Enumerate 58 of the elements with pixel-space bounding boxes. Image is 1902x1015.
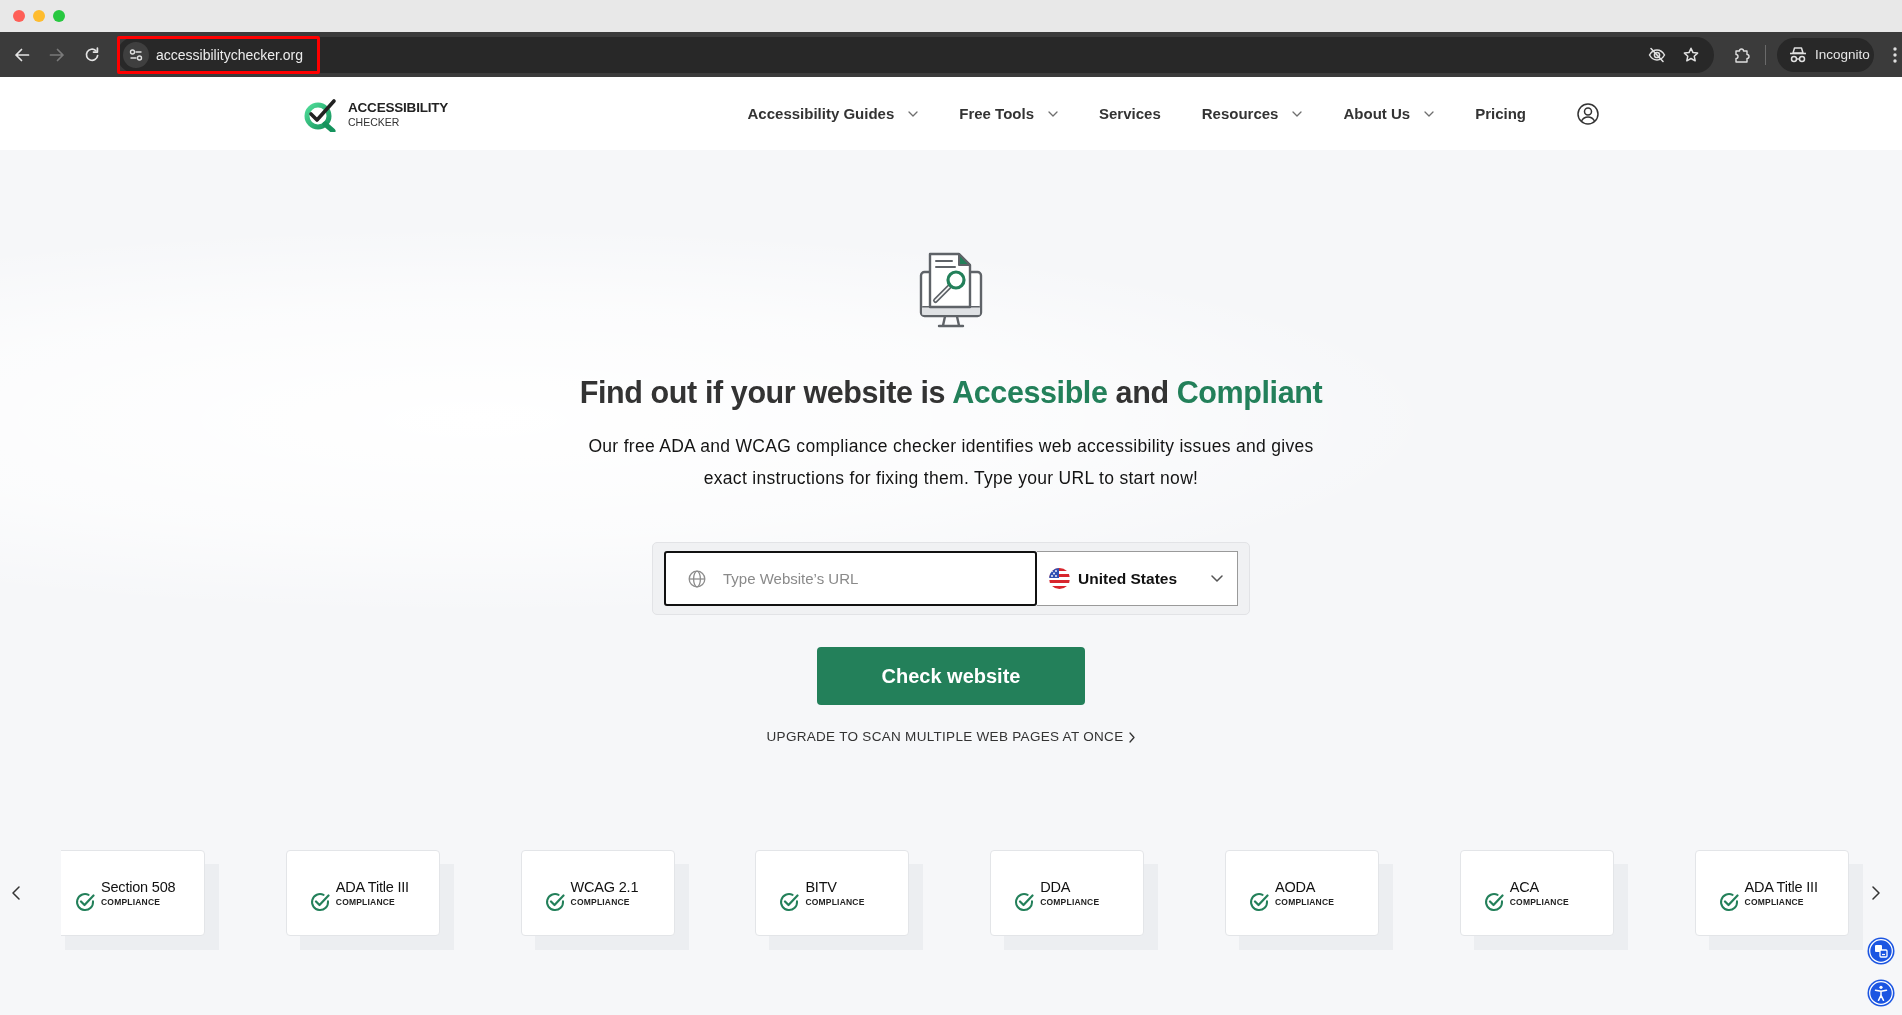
card-subtitle: COMPLIANCE: [570, 897, 631, 908]
hero-heading: Find out if your website is Accessible and Compliant: [579, 374, 1323, 410]
globe-icon: [688, 569, 706, 588]
card-title: ADA Title III: [1744, 878, 1818, 896]
check-circle-icon: [1483, 891, 1504, 912]
country-select[interactable]: United States: [1037, 551, 1238, 606]
card-title: DDA: [1040, 878, 1072, 896]
eye-slash-icon[interactable]: [1648, 46, 1666, 63]
logo[interactable]: ACCESSIBILITY CHECKER: [303, 97, 449, 132]
logo-icon: [303, 97, 337, 132]
chevron-down-icon: [1211, 575, 1223, 582]
check-circle-icon: [1249, 891, 1269, 912]
card-title: ADA Title III: [335, 878, 409, 896]
hero-description: Our free ADA and WCAG compliance checker identifies web accessibility issues and gives exact instructions for fixing them. Type your URL to start now!: [587, 435, 1315, 490]
star-icon[interactable]: [1683, 46, 1699, 63]
user-icon[interactable]: [1577, 102, 1599, 125]
card-title: WCAG 2.1: [570, 878, 639, 896]
card-title: AODA: [1275, 878, 1317, 896]
nav-link[interactable]: About Us: [1343, 105, 1435, 122]
nav-link[interactable]: Free Tools: [959, 105, 1058, 122]
card-title: Section 508: [101, 878, 176, 896]
nav-link[interactable]: Pricing: [1475, 105, 1526, 122]
card-subtitle: COMPLIANCE: [805, 897, 865, 908]
card-subtitle: COMPLIANCE: [335, 897, 396, 908]
check-website-button[interactable]: Check website: [817, 647, 1085, 705]
check-circle-icon: [779, 891, 800, 912]
accessibility-person-icon[interactable]: [1867, 979, 1895, 1007]
card-title: ACA: [1509, 878, 1540, 896]
card-subtitle: COMPLIANCE: [1275, 897, 1335, 908]
address-bar[interactable]: accessibilitychecker.org: [117, 36, 1714, 73]
check-circle-icon: [75, 891, 95, 912]
reload-icon[interactable]: [84, 46, 100, 63]
check-circle-icon: [309, 891, 330, 912]
puzzle-icon[interactable]: [1734, 46, 1750, 63]
incognito-icon: [1789, 46, 1807, 63]
check-circle-icon: [1014, 891, 1035, 912]
menu-icon[interactable]: [1893, 46, 1897, 63]
nav-link[interactable]: Services: [1099, 105, 1161, 122]
url-text[interactable]: accessibilitychecker.org: [156, 46, 304, 63]
nav-link[interactable]: Resources: [1201, 105, 1303, 122]
chevron-right-icon: [1129, 731, 1136, 743]
nav-link[interactable]: Accessibility Guides: [747, 105, 919, 122]
back-arrow-icon[interactable]: [14, 46, 30, 63]
check-circle-icon: [1718, 891, 1739, 912]
profile-button[interactable]: Incognito: [1777, 37, 1874, 72]
card-title: BITV: [805, 878, 838, 896]
site-settings-icon[interactable]: [123, 41, 149, 68]
chevron-right-icon[interactable]: [1872, 886, 1880, 900]
card-subtitle: COMPLIANCE: [101, 897, 162, 908]
upgrade-link[interactable]: UPGRADE TO SCAN MULTIPLE WEB PAGES AT ONCE: [766, 727, 1136, 747]
card-subtitle: COMPLIANCE: [1040, 897, 1100, 908]
card-subtitle: COMPLIANCE: [1744, 897, 1805, 908]
chevron-left-icon[interactable]: [12, 886, 20, 900]
card-subtitle: COMPLIANCE: [1509, 897, 1569, 908]
translate-icon[interactable]: [1867, 937, 1895, 965]
flag-icon: [1049, 568, 1070, 589]
url-input[interactable]: Type Website’s URL: [664, 551, 1037, 606]
check-circle-icon: [544, 891, 565, 912]
